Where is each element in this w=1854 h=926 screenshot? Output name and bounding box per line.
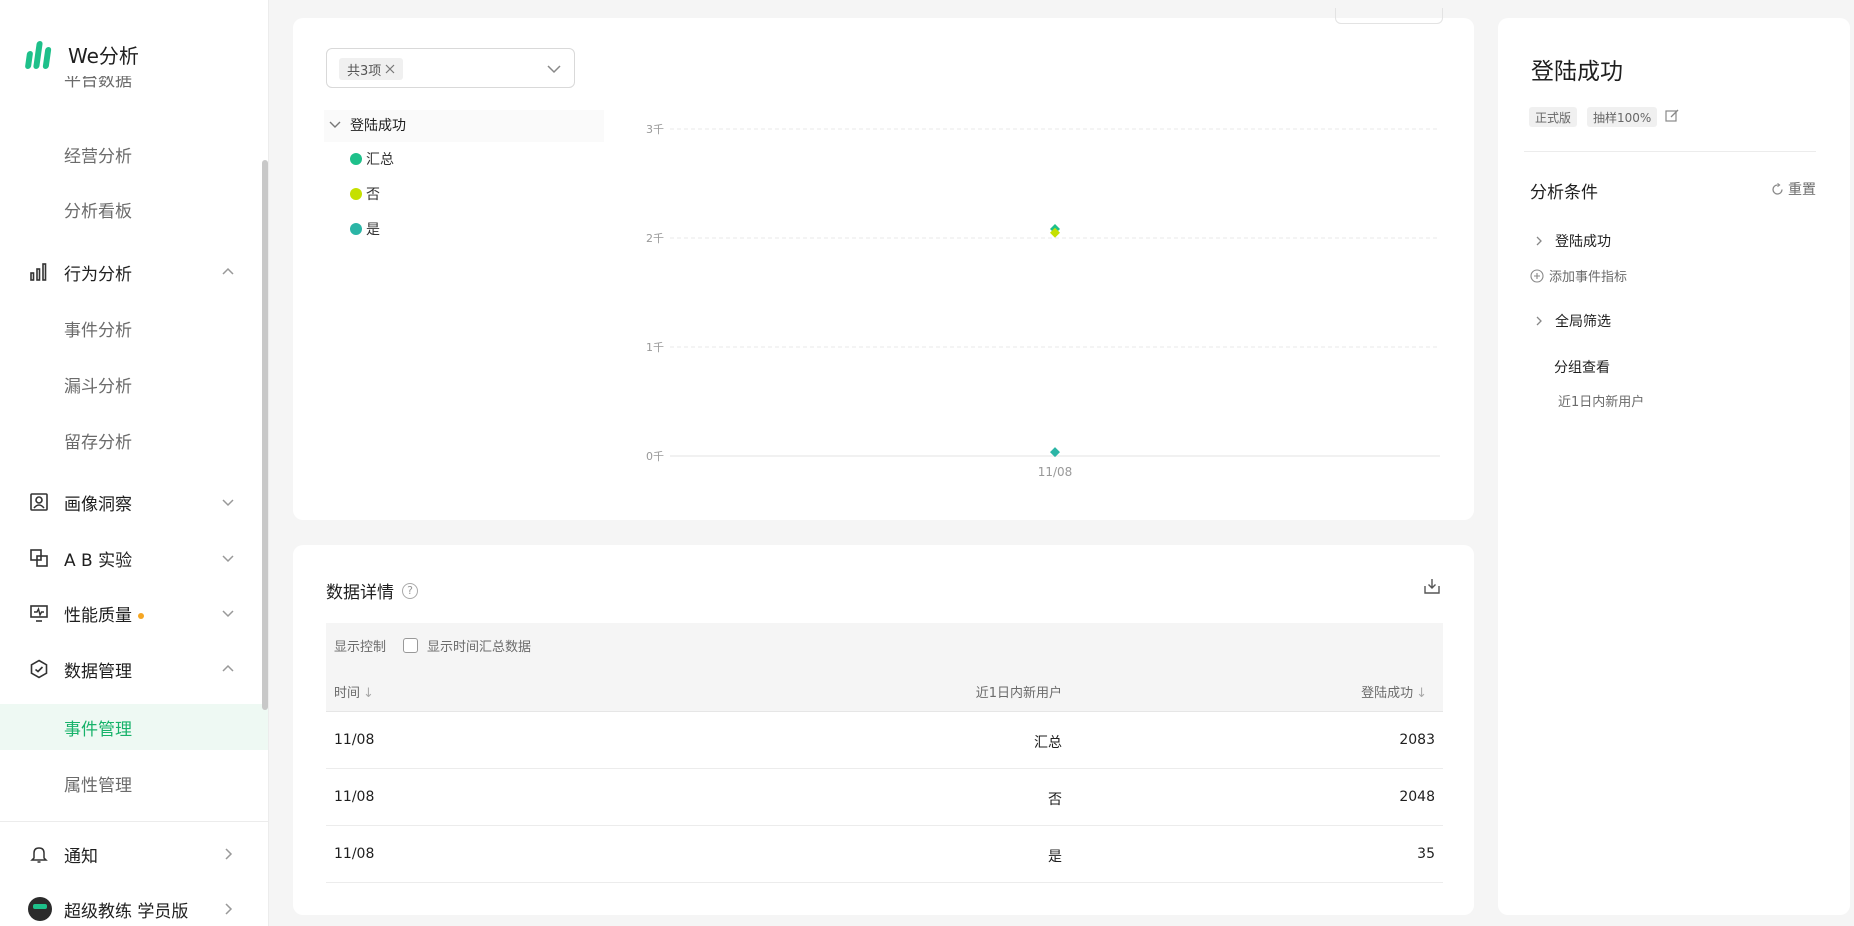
sidebar-item-platform-data[interactable]: 平台数据 <box>0 76 268 106</box>
sidebar-item-user-account[interactable]: 超级教练 学员版 <box>0 886 268 926</box>
panel-title: 登陆成功 <box>1531 59 1623 85</box>
portrait-icon <box>28 491 50 513</box>
add-metric-button[interactable]: 添加事件指标 <box>1530 266 1627 285</box>
analysis-config-panel <box>1498 18 1850 915</box>
analysis-conditions-title: 分析条件 <box>1530 183 1598 203</box>
event-tree-node[interactable]: 登陆成功 <box>324 110 604 142</box>
table-row: 11/08 是 35 <box>326 826 1443 883</box>
legend-item-yes[interactable]: 是 <box>350 219 380 239</box>
data-detail-heading: 数据详情 ? <box>326 578 418 603</box>
sidebar-item-data-management[interactable]: 数据管理 <box>0 646 268 692</box>
chevron-down-icon <box>222 499 234 507</box>
sidebar-item-performance[interactable]: 性能质量 <box>0 590 268 636</box>
app-logo[interactable]: We分析 <box>24 40 139 69</box>
sidebar-item-event-management[interactable]: 事件管理 <box>0 704 268 750</box>
event-condition-row[interactable]: 登陆成功 <box>1533 231 1611 251</box>
sort-arrow-icon[interactable]: ↓ <box>363 686 374 701</box>
bell-icon <box>28 843 50 865</box>
chevron-down-icon <box>329 121 341 128</box>
chevron-right-icon <box>1536 236 1542 246</box>
panel-divider <box>1524 151 1816 152</box>
close-icon[interactable] <box>385 64 395 74</box>
event-series-select[interactable]: 共3项 <box>326 48 575 88</box>
scatter-chart: 3千 2千 1千 0千 11/08 <box>646 123 1440 479</box>
sidebar-item-user-profile[interactable]: 画像洞察 <box>0 479 268 525</box>
chevron-down-icon <box>222 610 234 618</box>
show-time-summary-label[interactable]: 显示时间汇总数据 <box>427 636 531 655</box>
plus-circle-icon <box>1530 268 1544 283</box>
chevron-down-icon <box>547 65 561 74</box>
display-control-label: 显示控制 <box>334 640 387 655</box>
table-row: 11/08 汇总 2083 <box>326 712 1443 769</box>
chart-toolbar-button[interactable] <box>1335 8 1443 24</box>
chevron-right-icon <box>225 903 233 915</box>
group-view-row[interactable]: 分组查看 <box>1554 357 1610 377</box>
sidebar-scrollbar[interactable] <box>262 160 268 710</box>
help-icon[interactable]: ? <box>402 582 418 599</box>
chevron-right-icon <box>225 848 233 860</box>
selected-count-label: 共3项 <box>347 63 382 79</box>
y-tick-label: 2千 <box>646 232 664 245</box>
refresh-icon <box>1772 182 1783 195</box>
sidebar-item-label: 性能质量 <box>64 605 132 626</box>
legend-item-total[interactable]: 汇总 <box>350 149 394 169</box>
sidebar-item-property-management[interactable]: 属性管理 <box>0 760 268 806</box>
sidebar-item-retention-analysis[interactable]: 留存分析 <box>0 417 268 463</box>
sidebar-item-ab-test[interactable]: A B 实验 <box>0 535 268 581</box>
chevron-up-icon <box>222 267 234 275</box>
export-icon[interactable] <box>1423 577 1441 595</box>
table-header: 时间 ↓ 近1日内新用户 登陆成功 ↓ <box>326 668 1443 712</box>
table-row: 11/08 否 2048 <box>326 769 1443 826</box>
y-tick-label: 1千 <box>646 341 664 354</box>
sidebar-item-business-analysis[interactable]: 经营分析 <box>0 131 268 177</box>
display-control-bar: 显示控制 显示时间汇总数据 <box>326 623 1443 668</box>
legend-dot-icon <box>350 153 362 165</box>
logo-icon <box>24 40 54 69</box>
chevron-right-icon <box>1536 316 1542 326</box>
sidebar-item-behavior-analysis[interactable]: 行为分析 <box>0 249 268 295</box>
y-tick-label: 0千 <box>646 450 664 463</box>
sidebar-divider <box>0 821 268 822</box>
chevron-down-icon <box>222 555 234 563</box>
bar-chart-icon <box>28 261 50 283</box>
monitor-icon <box>28 602 50 624</box>
app-name: We分析 <box>68 44 139 68</box>
edit-icon[interactable] <box>1665 109 1679 123</box>
sort-arrow-icon[interactable]: ↓ <box>1416 686 1427 701</box>
sampling-badge: 抽样100% <box>1587 107 1658 127</box>
sidebar-item-notifications[interactable]: 通知 <box>0 831 268 877</box>
column-header-login-success[interactable]: 登陆成功 ↓ <box>1361 682 1427 701</box>
sidebar-item-event-analysis[interactable]: 事件分析 <box>0 305 268 351</box>
sidebar-item-funnel-analysis[interactable]: 漏斗分析 <box>0 361 268 407</box>
hexagon-check-icon <box>28 658 50 680</box>
group-view-value[interactable]: 近1日内新用户 <box>1558 391 1644 410</box>
global-filter-row[interactable]: 全局筛选 <box>1533 311 1611 331</box>
data-detail-title: 数据详情 <box>326 583 394 603</box>
y-tick-label: 3千 <box>646 123 664 136</box>
chevron-up-icon <box>222 664 234 672</box>
event-tree-label: 登陆成功 <box>350 118 406 134</box>
legend-dot-icon <box>350 188 362 200</box>
sidebar-item-dashboard[interactable]: 分析看板 <box>0 186 268 232</box>
show-time-summary-checkbox[interactable] <box>403 638 418 653</box>
reset-button[interactable]: 重置 <box>1771 179 1816 199</box>
column-header-new-users: 近1日内新用户 <box>975 686 1062 701</box>
column-header-time[interactable]: 时间 ↓ <box>334 682 374 701</box>
selected-count-tag: 共3项 <box>339 58 404 80</box>
legend-dot-icon <box>350 223 362 235</box>
avatar <box>28 897 52 921</box>
ab-test-icon <box>28 547 50 569</box>
x-tick-label: 11/08 <box>1038 465 1073 479</box>
sidebar: We分析 平台数据 经营分析 分析看板 行为分析 事件分析 漏斗分析 留存分析 … <box>0 0 269 926</box>
legend-item-no[interactable]: 否 <box>350 184 380 204</box>
notification-dot <box>138 612 144 619</box>
version-badge: 正式版 <box>1529 107 1578 127</box>
